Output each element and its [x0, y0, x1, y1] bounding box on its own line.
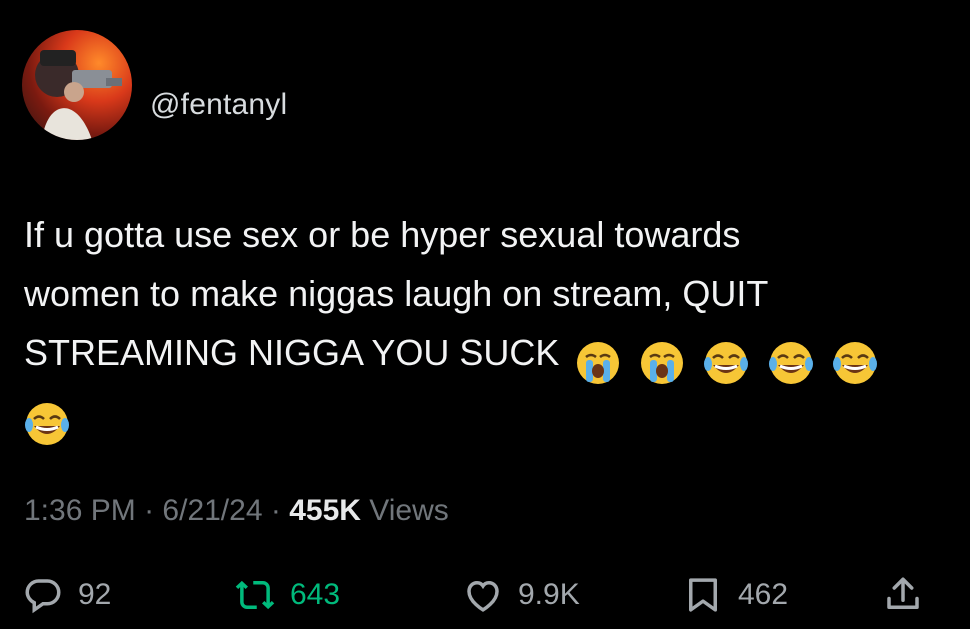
emoji-group — [575, 331, 885, 390]
reply-count: 92 — [78, 578, 112, 611]
action-bar: 92 643 9.9K 462 — [22, 570, 952, 620]
face-with-tears-of-joy-icon — [832, 340, 878, 386]
repost-button[interactable]: 643 — [234, 570, 340, 620]
post-date[interactable]: 6/21/24 — [162, 494, 262, 527]
meta-separator: · — [270, 494, 281, 527]
bookmark-icon — [689, 578, 717, 612]
author-handle[interactable]: @fentanyl — [150, 88, 287, 122]
post-text-line-1: If u gotta use sex or be hyper sexual to… — [24, 214, 741, 255]
face-with-tears-of-joy-icon — [703, 340, 749, 386]
face-with-tears-of-joy-icon — [24, 401, 70, 447]
share-button[interactable] — [882, 570, 938, 620]
like-count: 9.9K — [518, 578, 580, 611]
like-button[interactable]: 9.9K — [462, 570, 580, 620]
repost-count: 643 — [290, 578, 341, 611]
meta-separator: · — [144, 494, 155, 527]
share-icon — [887, 577, 919, 609]
reply-button[interactable]: 92 — [22, 570, 111, 620]
loudly-crying-face-icon — [639, 340, 685, 386]
bookmark-count: 462 — [738, 578, 789, 611]
post-text-line-2: women to make niggas laugh on stream, QU… — [24, 273, 769, 314]
repost-icon — [235, 580, 275, 610]
views-count: 455K — [289, 494, 361, 527]
loudly-crying-face-icon — [575, 340, 621, 386]
avatar[interactable] — [22, 30, 132, 140]
face-with-tears-of-joy-icon — [768, 340, 814, 386]
post-time[interactable]: 1:36 PM — [24, 494, 136, 527]
post-text-line-3: STREAMING NIGGA YOU SUCK — [24, 332, 560, 373]
views-label: Views — [369, 494, 449, 527]
heart-icon — [467, 580, 499, 612]
post-text: If u gotta use sex or be hyper sexual to… — [24, 205, 934, 449]
bookmark-button[interactable]: 462 — [682, 570, 788, 620]
post-metadata: 1:36 PM · 6/21/24 · 455K Views — [24, 494, 449, 528]
reply-icon — [25, 579, 61, 614]
avatar-image — [35, 50, 122, 140]
